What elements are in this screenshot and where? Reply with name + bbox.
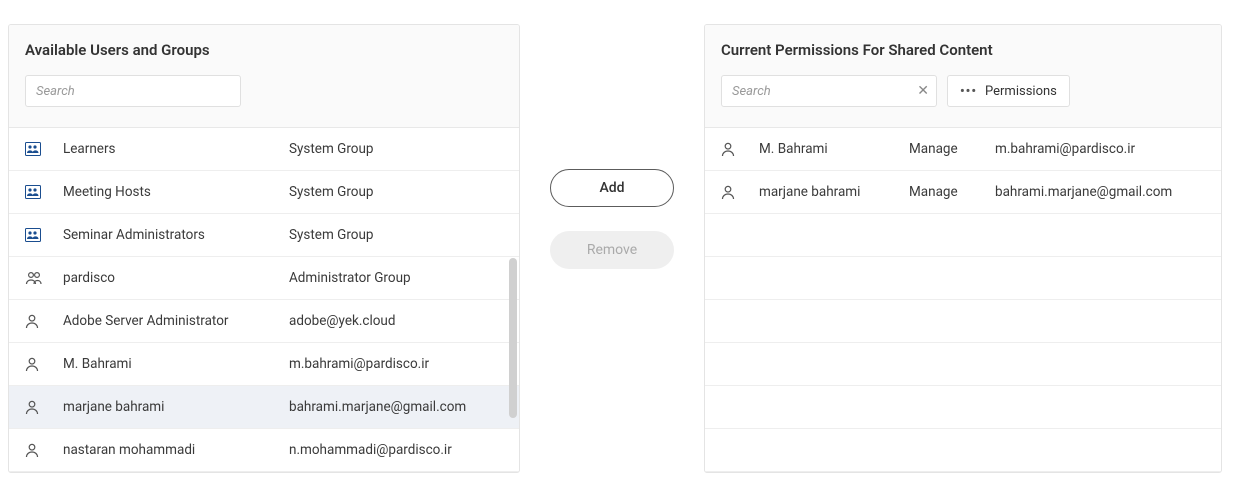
remove-button[interactable]: Remove bbox=[550, 231, 674, 269]
row-permission: Manage bbox=[909, 184, 995, 200]
available-search-input[interactable] bbox=[25, 75, 241, 107]
current-permissions-title: Current Permissions For Shared Content bbox=[721, 41, 1205, 59]
user-icon bbox=[25, 314, 39, 329]
available-user-row[interactable]: Meeting HostsSystem Group bbox=[9, 171, 519, 214]
group-icon bbox=[25, 185, 41, 199]
row-name: Meeting Hosts bbox=[63, 184, 289, 200]
current-permissions-header: Current Permissions For Shared Content ✕… bbox=[705, 25, 1221, 128]
row-detail: System Group bbox=[289, 184, 503, 200]
available-user-row[interactable]: pardiscoAdministrator Group bbox=[9, 257, 519, 300]
group-icon bbox=[25, 142, 41, 156]
row-detail: adobe@yek.cloud bbox=[289, 313, 503, 329]
current-permissions-list: M. BahramiManagem.bahrami@pardisco.irmar… bbox=[705, 128, 1221, 472]
row-name: Adobe Server Administrator bbox=[63, 313, 289, 329]
available-users-panel: Available Users and Groups LearnersSyste… bbox=[8, 24, 520, 473]
row-name: M. Bahrami bbox=[759, 141, 909, 157]
empty-row bbox=[705, 257, 1221, 300]
empty-row bbox=[705, 300, 1221, 343]
permissions-search-input[interactable] bbox=[721, 75, 937, 107]
row-name: M. Bahrami bbox=[63, 356, 289, 372]
clear-search-icon[interactable]: ✕ bbox=[917, 84, 929, 98]
user-icon bbox=[25, 400, 39, 415]
user-icon bbox=[721, 142, 735, 157]
user-icon bbox=[721, 185, 735, 200]
permission-row[interactable]: M. BahramiManagem.bahrami@pardisco.ir bbox=[705, 128, 1221, 171]
current-permissions-panel: Current Permissions For Shared Content ✕… bbox=[704, 24, 1222, 473]
group-icon bbox=[25, 228, 41, 242]
row-email: m.bahrami@pardisco.ir bbox=[995, 141, 1205, 157]
empty-row bbox=[705, 429, 1221, 472]
available-user-row[interactable]: nastaran mohammadin.mohammadi@pardisco.i… bbox=[9, 429, 519, 472]
action-buttons: Add Remove bbox=[548, 24, 676, 269]
permission-row[interactable]: marjane bahramiManagebahrami.marjane@gma… bbox=[705, 171, 1221, 214]
permissions-button[interactable]: ••• Permissions bbox=[947, 75, 1070, 107]
row-name: Seminar Administrators bbox=[63, 227, 289, 243]
users-icon bbox=[25, 271, 43, 285]
row-detail: bahrami.marjane@gmail.com bbox=[289, 399, 503, 415]
row-name: marjane bahrami bbox=[759, 184, 909, 200]
row-name: marjane bahrami bbox=[63, 399, 289, 415]
permissions-button-label: Permissions bbox=[985, 84, 1057, 99]
available-users-title: Available Users and Groups bbox=[25, 41, 503, 59]
row-email: bahrami.marjane@gmail.com bbox=[995, 184, 1205, 200]
available-user-row[interactable]: Adobe Server Administratoradobe@yek.clou… bbox=[9, 300, 519, 343]
row-permission: Manage bbox=[909, 141, 995, 157]
row-name: nastaran mohammadi bbox=[63, 442, 289, 458]
row-detail: Administrator Group bbox=[289, 270, 503, 286]
add-button[interactable]: Add bbox=[550, 169, 674, 207]
empty-row bbox=[705, 343, 1221, 386]
available-user-row[interactable]: M. Bahramim.bahrami@pardisco.ir bbox=[9, 343, 519, 386]
row-name: pardisco bbox=[63, 270, 289, 286]
row-detail: n.mohammadi@pardisco.ir bbox=[289, 442, 503, 458]
row-detail: m.bahrami@pardisco.ir bbox=[289, 356, 503, 372]
scrollbar[interactable] bbox=[509, 258, 517, 418]
row-detail: System Group bbox=[289, 227, 503, 243]
user-icon bbox=[25, 443, 39, 458]
ellipsis-icon: ••• bbox=[960, 84, 977, 99]
row-name: Learners bbox=[63, 141, 289, 157]
empty-row bbox=[705, 386, 1221, 429]
available-user-row[interactable]: LearnersSystem Group bbox=[9, 128, 519, 171]
available-user-row[interactable]: Seminar AdministratorsSystem Group bbox=[9, 214, 519, 257]
empty-row bbox=[705, 214, 1221, 257]
user-icon bbox=[25, 357, 39, 372]
available-users-header: Available Users and Groups bbox=[9, 25, 519, 128]
row-detail: System Group bbox=[289, 141, 503, 157]
available-users-list: LearnersSystem GroupMeeting HostsSystem … bbox=[9, 128, 519, 472]
available-user-row[interactable]: marjane bahramibahrami.marjane@gmail.com bbox=[9, 386, 519, 429]
